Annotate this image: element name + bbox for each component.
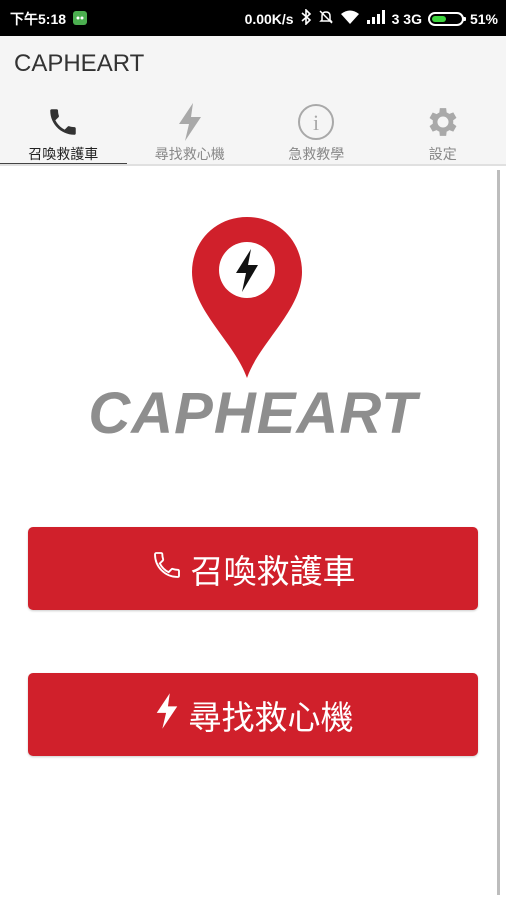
battery-fill [431, 15, 446, 22]
status-speed: 0.00K/s [244, 10, 294, 27]
bluetooth-icon [300, 8, 312, 28]
status-network: 3 3G [391, 10, 422, 27]
find-aed-label: 尋找救心機 [188, 697, 354, 737]
lightning-icon [153, 691, 181, 739]
info-icon: i [297, 102, 335, 142]
tab-label: 尋找救心機 [154, 147, 225, 163]
capheart-logo-pin-icon [190, 215, 304, 384]
tab-label: 召喚救護車 [28, 147, 99, 163]
lightning-icon [175, 102, 205, 142]
tab-call-ambulance[interactable]: 召喚救護車 [0, 98, 127, 166]
phone-icon [46, 102, 80, 142]
tab-label: 設定 [428, 147, 457, 163]
svg-text:i: i [313, 110, 319, 135]
battery-percent: 51% [469, 10, 498, 27]
scrollbar[interactable] [497, 170, 500, 895]
tab-settings[interactable]: 設定 [380, 98, 506, 166]
notification-app-icon [72, 10, 88, 29]
tab-first-aid[interactable]: i 急救教學 [253, 98, 380, 166]
tab-find-aed[interactable]: 尋找救心機 [127, 98, 254, 166]
call-ambulance-button[interactable]: 召喚救護車 [28, 527, 478, 610]
wifi-icon [340, 9, 360, 28]
tab-label: 急救教學 [288, 147, 345, 163]
app-bar: CAPHEART 召喚救護車 尋找救心機 i 急救教學 設定 [0, 36, 506, 166]
mute-bell-icon [318, 9, 334, 28]
app-title: CAPHEART [14, 50, 145, 77]
status-time: 下午5:18 [10, 11, 67, 27]
phone-outline-icon [151, 549, 183, 589]
status-bar: 下午5:18 0.00K/s 3 3G 51% [0, 0, 506, 36]
capheart-logo-text: CAPHEART [88, 381, 418, 446]
appbar-divider [0, 164, 506, 166]
tab-bar: 召喚救護車 尋找救心機 i 急救教學 設定 [0, 98, 506, 166]
call-ambulance-label: 召喚救護車 [190, 551, 356, 591]
battery-icon [427, 11, 466, 26]
signal-icon [366, 10, 386, 27]
gear-icon [424, 102, 462, 142]
find-aed-button[interactable]: 尋找救心機 [28, 673, 478, 756]
